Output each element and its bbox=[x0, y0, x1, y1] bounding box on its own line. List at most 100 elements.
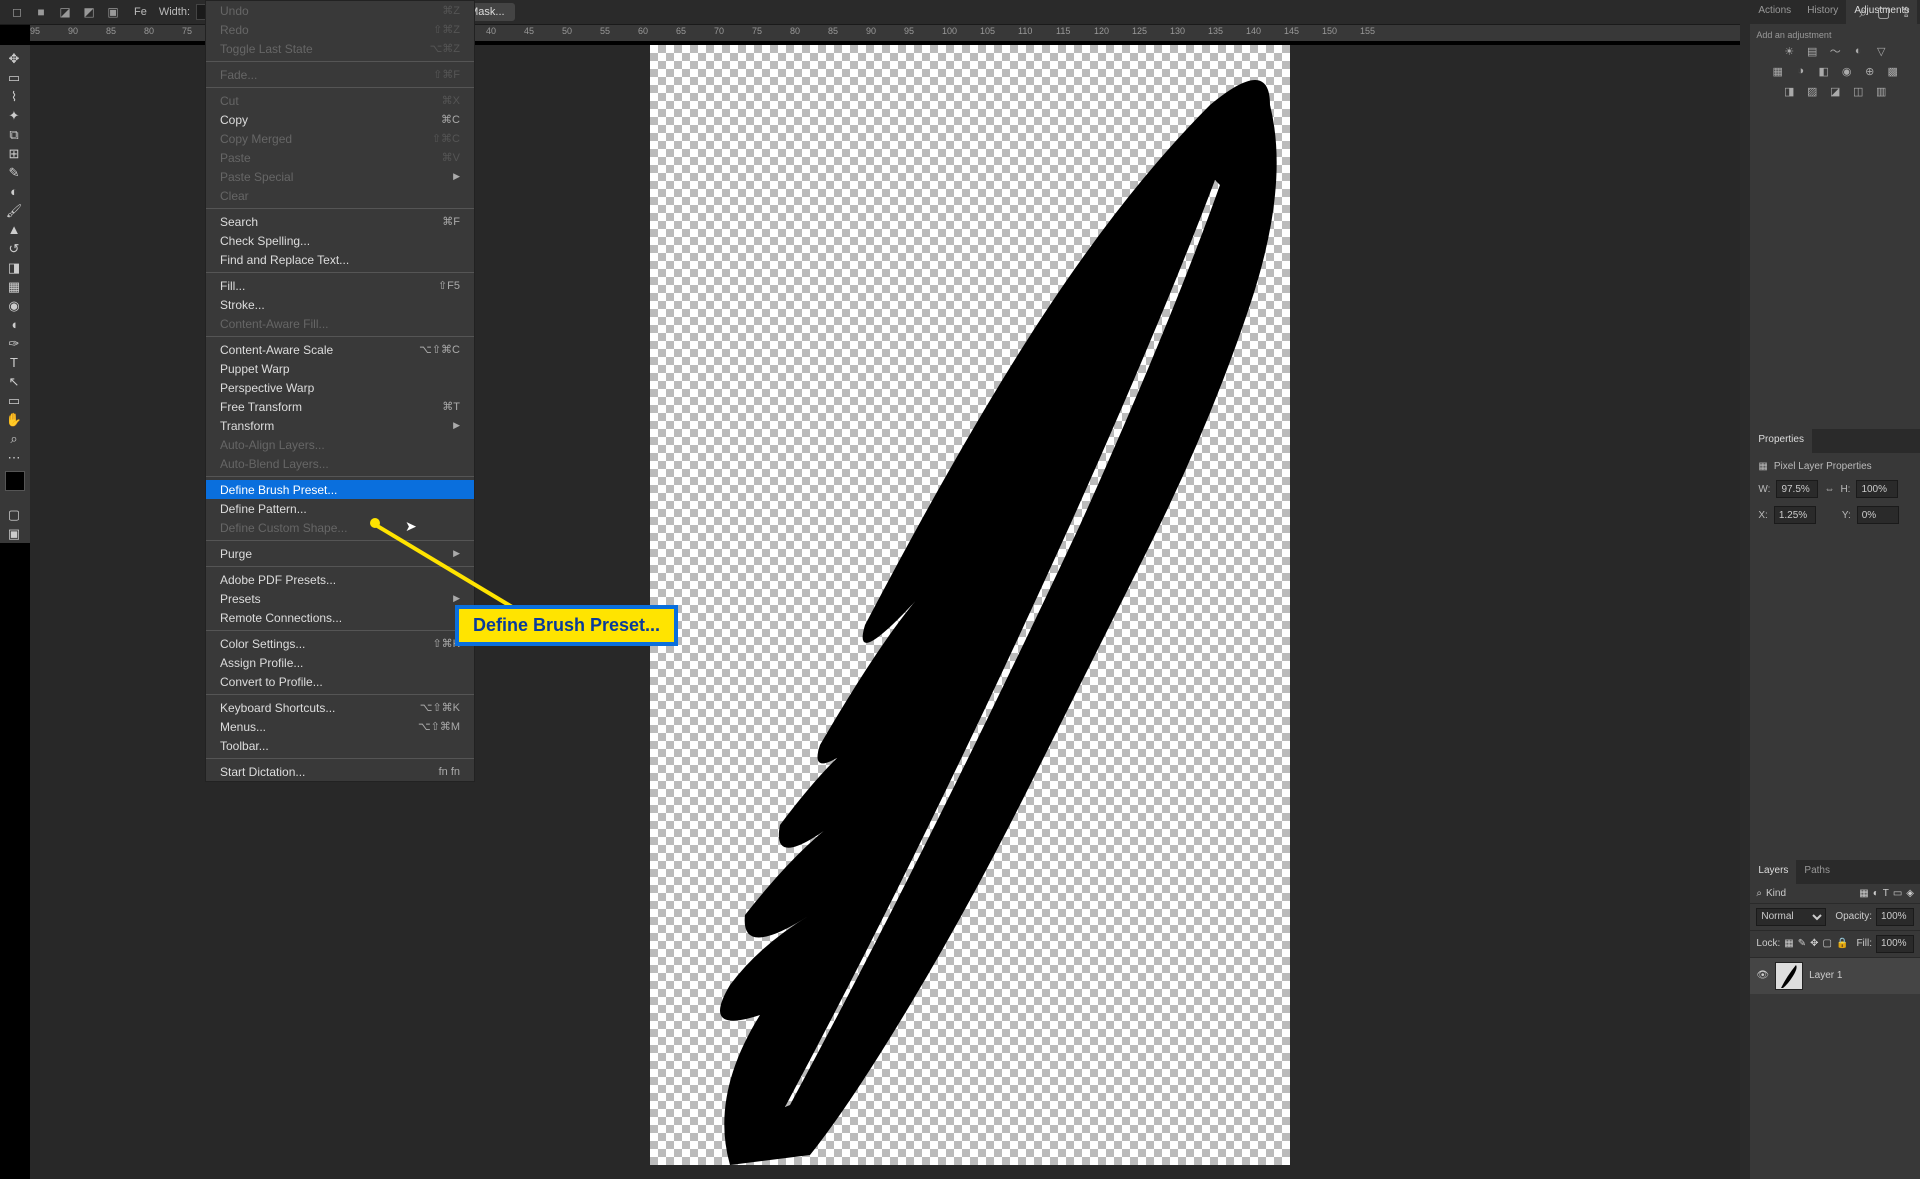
filter-type-icon[interactable]: T bbox=[1883, 888, 1889, 899]
filter-shape-icon[interactable]: ▭ bbox=[1893, 888, 1902, 899]
layer-name[interactable]: Layer 1 bbox=[1809, 970, 1842, 981]
menu-item-perspective-warp[interactable]: Perspective Warp bbox=[206, 378, 474, 397]
lock-trans-icon[interactable]: ▦ bbox=[1784, 938, 1793, 949]
search-icon[interactable]: ⌕ bbox=[1859, 4, 1867, 21]
channelmixer-icon[interactable]: ⊕ bbox=[1863, 64, 1877, 78]
screenmode-icon[interactable]: ▣ bbox=[0, 524, 28, 543]
tab-layers[interactable]: Layers bbox=[1750, 860, 1796, 884]
brush-tool-icon[interactable]: 🖌 bbox=[0, 201, 28, 220]
marquee-tool-icon[interactable]: ◻ bbox=[8, 3, 26, 21]
path-tool-icon[interactable]: ↖ bbox=[0, 372, 28, 391]
move-tool-icon[interactable]: ✥ bbox=[0, 49, 28, 68]
menu-item-free-transform[interactable]: Free Transform⌘T bbox=[206, 397, 474, 416]
marquee-tool-icon[interactable]: ▭ bbox=[0, 68, 28, 87]
tab-paths[interactable]: Paths bbox=[1796, 860, 1838, 884]
add-selection-icon[interactable]: ◪ bbox=[56, 3, 74, 21]
tab-actions[interactable]: Actions bbox=[1750, 0, 1799, 24]
panel-collapse-strip[interactable] bbox=[1740, 0, 1750, 1179]
lock-paint-icon[interactable]: ✎ bbox=[1798, 938, 1806, 949]
fill-field[interactable] bbox=[1876, 935, 1914, 953]
x-field[interactable] bbox=[1774, 506, 1816, 524]
lasso-tool-icon[interactable]: ⌇ bbox=[0, 87, 28, 106]
history-brush-icon[interactable]: ↺ bbox=[0, 239, 28, 258]
invert-icon[interactable]: ◨ bbox=[1782, 84, 1796, 98]
lock-artboard-icon[interactable]: ▢ bbox=[1823, 938, 1832, 949]
hand-tool-icon[interactable]: ✋ bbox=[0, 410, 28, 429]
stamp-tool-icon[interactable]: ▲ bbox=[0, 220, 28, 239]
menu-item-copy[interactable]: Copy⌘C bbox=[206, 110, 474, 129]
link-icon[interactable]: ⇔ bbox=[1824, 484, 1834, 495]
blend-mode-select[interactable]: Normal bbox=[1756, 908, 1826, 926]
menu-item-fill[interactable]: Fill...⇧F5 bbox=[206, 276, 474, 295]
menu-item-search[interactable]: Search⌘F bbox=[206, 212, 474, 231]
brightness-icon[interactable]: ☀ bbox=[1782, 44, 1796, 58]
healing-tool-icon[interactable]: ◐ bbox=[0, 182, 28, 201]
width-field[interactable] bbox=[1776, 480, 1818, 498]
menu-item-adobe-pdf-presets[interactable]: Adobe PDF Presets... bbox=[206, 570, 474, 589]
edit-toolbar-icon[interactable]: ⋯ bbox=[0, 448, 28, 467]
posterize-icon[interactable]: ▨ bbox=[1805, 84, 1819, 98]
gradientmap-icon[interactable]: ▥ bbox=[1874, 84, 1888, 98]
foreground-color[interactable] bbox=[5, 471, 25, 491]
menu-item-puppet-warp[interactable]: Puppet Warp bbox=[206, 359, 474, 378]
filter-pixel-icon[interactable]: ▦ bbox=[1859, 888, 1868, 899]
photofilter-icon[interactable]: ◉ bbox=[1840, 64, 1854, 78]
menu-item-toolbar[interactable]: Toolbar... bbox=[206, 736, 474, 755]
layer-row[interactable]: 👁 Layer 1 bbox=[1750, 958, 1920, 994]
intersect-selection-icon[interactable]: ▣ bbox=[104, 3, 122, 21]
hue-icon[interactable]: ▦ bbox=[1771, 64, 1785, 78]
frame-tool-icon[interactable]: ⊞ bbox=[0, 144, 28, 163]
dodge-tool-icon[interactable]: ◖ bbox=[0, 315, 28, 334]
pen-tool-icon[interactable]: ✑ bbox=[0, 334, 28, 353]
document-canvas[interactable] bbox=[650, 45, 1290, 1165]
menu-item-color-settings[interactable]: Color Settings...⇧⌘K bbox=[206, 634, 474, 653]
vibrance-icon[interactable]: ▽ bbox=[1874, 44, 1888, 58]
subtract-selection-icon[interactable]: ◩ bbox=[80, 3, 98, 21]
shape-tool-icon[interactable]: ▭ bbox=[0, 391, 28, 410]
eyedropper-tool-icon[interactable]: ✎ bbox=[0, 163, 28, 182]
menu-item-define-pattern[interactable]: Define Pattern... bbox=[206, 499, 474, 518]
menu-item-transform[interactable]: Transform▶ bbox=[206, 416, 474, 435]
menu-item-remote-connections[interactable]: Remote Connections... bbox=[206, 608, 474, 627]
menu-item-find-and-replace-text[interactable]: Find and Replace Text... bbox=[206, 250, 474, 269]
menu-item-convert-to-profile[interactable]: Convert to Profile... bbox=[206, 672, 474, 691]
blur-tool-icon[interactable]: ◉ bbox=[0, 296, 28, 315]
quickmask-icon[interactable]: ▢ bbox=[0, 505, 28, 524]
exposure-icon[interactable]: ◐ bbox=[1851, 44, 1865, 58]
wand-tool-icon[interactable]: ✦ bbox=[0, 106, 28, 125]
layer-thumbnail[interactable] bbox=[1775, 962, 1803, 990]
tab-history[interactable]: History bbox=[1799, 0, 1846, 24]
menu-item-start-dictation[interactable]: Start Dictation...fn fn bbox=[206, 762, 474, 781]
lock-pos-icon[interactable]: ✥ bbox=[1810, 938, 1818, 949]
eraser-tool-icon[interactable]: ◨ bbox=[0, 258, 28, 277]
menu-item-menus[interactable]: Menus...⌥⇧⌘M bbox=[206, 717, 474, 736]
selectivecolor-icon[interactable]: ◫ bbox=[1851, 84, 1865, 98]
zoom-tool-icon[interactable]: ⌕ bbox=[0, 429, 28, 448]
menu-item-assign-profile[interactable]: Assign Profile... bbox=[206, 653, 474, 672]
new-selection-icon[interactable]: ■ bbox=[32, 3, 50, 21]
curves-icon[interactable]: 〜 bbox=[1828, 44, 1842, 58]
visibility-icon[interactable]: 👁 bbox=[1756, 970, 1769, 981]
menu-item-keyboard-shortcuts[interactable]: Keyboard Shortcuts...⌥⇧⌘K bbox=[206, 698, 474, 717]
y-field[interactable] bbox=[1857, 506, 1899, 524]
menu-item-check-spelling[interactable]: Check Spelling... bbox=[206, 231, 474, 250]
menu-item-stroke[interactable]: Stroke... bbox=[206, 295, 474, 314]
bw-icon[interactable]: ◧ bbox=[1817, 64, 1831, 78]
menu-item-presets[interactable]: Presets▶ bbox=[206, 589, 474, 608]
workspace-icon[interactable]: ▢ bbox=[1877, 4, 1890, 21]
menu-item-define-brush-preset[interactable]: Define Brush Preset... bbox=[206, 480, 474, 499]
menu-item-content-aware-scale[interactable]: Content-Aware Scale⌥⇧⌘C bbox=[206, 340, 474, 359]
crop-tool-icon[interactable]: ⧉ bbox=[0, 125, 28, 144]
tab-properties[interactable]: Properties bbox=[1750, 429, 1812, 453]
type-tool-icon[interactable]: T bbox=[0, 353, 28, 372]
lock-all-icon[interactable]: 🔒 bbox=[1836, 938, 1848, 949]
gradient-tool-icon[interactable]: ▦ bbox=[0, 277, 28, 296]
colorbalance-icon[interactable]: ◑ bbox=[1794, 64, 1808, 78]
colorlookup-icon[interactable]: ▩ bbox=[1886, 64, 1900, 78]
share-icon[interactable]: ⇪ bbox=[1900, 4, 1912, 21]
threshold-icon[interactable]: ◪ bbox=[1828, 84, 1842, 98]
filter-adjust-icon[interactable]: ◐ bbox=[1873, 888, 1879, 899]
search-icon[interactable]: ⌕ bbox=[1756, 888, 1762, 899]
height-field[interactable] bbox=[1856, 480, 1898, 498]
filter-smart-icon[interactable]: ◈ bbox=[1906, 888, 1914, 899]
